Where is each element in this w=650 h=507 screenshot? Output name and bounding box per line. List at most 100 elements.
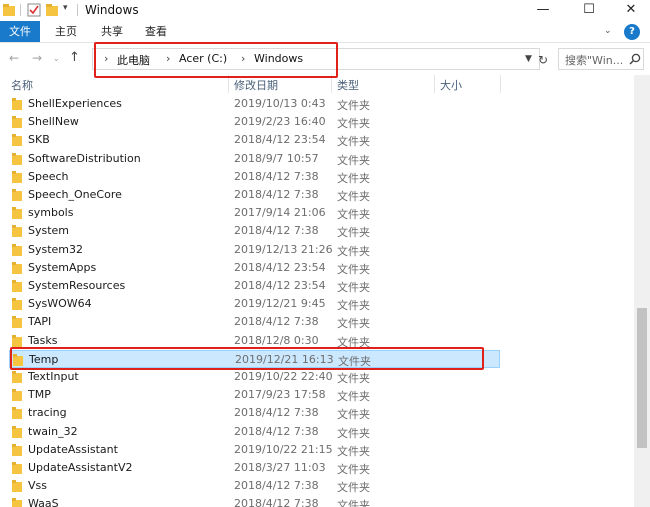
breadcrumb-separator[interactable]: ›	[166, 52, 170, 65]
file-type: 文件夹	[337, 426, 370, 440]
file-row[interactable]: Speech_OneCore 2018/4/12 7:38 文件夹	[9, 186, 500, 204]
address-bar[interactable]: › 此电脑 › Acer (C:) › Windows ▼	[92, 48, 540, 70]
close-button[interactable]: ✕	[612, 0, 650, 21]
file-name: TMP	[28, 388, 51, 402]
search-input[interactable]: 搜索"Win...	[558, 48, 644, 70]
file-row[interactable]: TMP 2017/9/23 17:58 文件夹	[9, 386, 500, 404]
file-type: 文件夹	[337, 390, 370, 404]
column-divider[interactable]	[331, 75, 332, 93]
column-divider[interactable]	[228, 75, 229, 93]
maximize-button[interactable]: ☐	[566, 0, 612, 21]
file-name: SysWOW64	[28, 297, 92, 311]
file-row[interactable]: Vss 2018/4/12 7:38 文件夹	[9, 477, 500, 495]
file-name: Speech_OneCore	[28, 188, 122, 201]
recent-locations-button[interactable]: ⌄	[53, 54, 60, 63]
address-dropdown-icon[interactable]: ▼	[525, 54, 532, 64]
folder-icon	[12, 152, 22, 165]
navigation-bar: ← → ⌄ ↑ › 此电脑 › Acer (C:) › Windows ▼ ↻ …	[0, 43, 650, 75]
file-row[interactable]: SKB 2018/4/12 23:54 文件夹	[9, 131, 500, 149]
file-row[interactable]: twain_32 2018/4/12 7:38 文件夹	[9, 423, 500, 441]
folder-icon	[13, 353, 23, 366]
column-header-type[interactable]: 类型	[337, 77, 359, 93]
file-row[interactable]: WaaS 2018/4/12 7:38 文件夹	[9, 495, 500, 507]
breadcrumb-drive[interactable]: Acer (C:)	[179, 52, 227, 65]
file-row[interactable]: UpdateAssistantV2 2018/3/27 11:03 文件夹	[9, 459, 500, 477]
file-name: twain_32	[28, 424, 78, 438]
file-type: 文件夹	[337, 299, 370, 313]
folder-icon	[12, 189, 22, 201]
file-modified-date: 2018/4/12 23:54	[234, 279, 326, 292]
file-row[interactable]: Temp 2019/12/21 16:13 文件夹	[9, 349, 500, 368]
up-button[interactable]: ↑	[69, 50, 80, 65]
folder-icon	[12, 334, 22, 347]
tab-file[interactable]: 文件	[0, 21, 40, 42]
file-row[interactable]: Tasks 2018/12/8 0:30 文件夹	[9, 332, 500, 350]
search-icon[interactable]	[629, 53, 641, 65]
toolbar-divider	[20, 4, 21, 16]
column-divider[interactable]	[500, 75, 501, 93]
folder-icon	[12, 425, 22, 438]
scrollbar-thumb[interactable]	[637, 308, 647, 448]
new-folder-icon[interactable]	[46, 3, 58, 17]
file-type: 文件夹	[337, 153, 370, 167]
file-row[interactable]: Speech 2018/4/12 7:38 文件夹	[9, 168, 500, 186]
file-modified-date: 2018/4/12 7:38	[234, 188, 319, 201]
file-row[interactable]: TAPI 2018/4/12 7:38 文件夹	[9, 313, 500, 331]
column-header-name[interactable]: 名称	[11, 77, 33, 93]
file-row[interactable]: symbols 2017/9/14 21:06 文件夹	[9, 204, 500, 222]
properties-icon[interactable]	[27, 3, 41, 17]
file-modified-date: 2018/4/12 7:38	[234, 497, 319, 507]
file-modified-date: 2018/4/12 7:38	[234, 315, 319, 329]
folder-icon	[12, 371, 22, 383]
help-button[interactable]: ?	[624, 24, 640, 40]
file-row[interactable]: System 2018/4/12 7:38 文件夹	[9, 222, 500, 240]
customize-toolbar-icon[interactable]: ▾	[63, 3, 68, 13]
folder-icon	[12, 280, 22, 292]
folder-icon	[12, 261, 22, 274]
file-modified-date: 2018/12/8 0:30	[234, 333, 319, 347]
file-type: 文件夹	[338, 354, 371, 368]
breadcrumb-windows[interactable]: Windows	[254, 52, 303, 65]
file-row[interactable]: tracing 2018/4/12 7:38 文件夹	[9, 404, 500, 422]
file-row[interactable]: SystemResources 2018/4/12 23:54 文件夹	[9, 277, 500, 295]
file-row[interactable]: System32 2019/12/13 21:26 文件夹	[9, 241, 500, 259]
file-row[interactable]: TextInput 2019/10/22 22:40 文件夹	[9, 368, 500, 386]
file-row[interactable]: ShellExperiences 2019/10/13 0:43 文件夹	[9, 95, 500, 113]
file-name: SystemResources	[28, 279, 126, 292]
minimize-button[interactable]: —	[520, 0, 566, 21]
back-button[interactable]: ←	[9, 51, 19, 65]
file-row[interactable]: SoftwareDistribution 2018/9/7 10:57 文件夹	[9, 150, 500, 168]
file-name: ShellNew	[28, 115, 79, 129]
tab-home[interactable]: 主页	[48, 21, 84, 42]
expand-ribbon-icon[interactable]: ⌄	[604, 26, 612, 36]
breadcrumb-separator[interactable]: ›	[241, 52, 245, 65]
file-row[interactable]: SystemApps 2018/4/12 23:54 文件夹	[9, 259, 500, 277]
column-header-date[interactable]: 修改日期	[234, 77, 278, 93]
file-row[interactable]: ShellNew 2019/2/23 16:40 文件夹	[9, 113, 500, 131]
breadcrumb-this-pc[interactable]: 此电脑	[117, 52, 150, 68]
vertical-scrollbar[interactable]	[634, 75, 650, 507]
file-name: UpdateAssistantV2	[28, 461, 133, 474]
file-name: SoftwareDistribution	[28, 151, 141, 165]
tab-view[interactable]: 查看	[138, 21, 174, 42]
column-divider[interactable]	[434, 75, 435, 93]
tab-share[interactable]: 共享	[92, 21, 132, 42]
file-type: 文件夹	[337, 208, 370, 222]
file-row[interactable]: SysWOW64 2019/12/21 9:45 文件夹	[9, 295, 500, 313]
folder-icon	[12, 480, 22, 493]
breadcrumb-separator: ›	[104, 52, 109, 65]
file-type: 文件夹	[337, 244, 370, 258]
file-type: 文件夹	[337, 499, 370, 507]
forward-button[interactable]: →	[32, 51, 42, 65]
file-type: 文件夹	[337, 190, 370, 203]
refresh-button[interactable]: ↻	[538, 53, 548, 67]
file-name: WaaS	[28, 497, 59, 507]
file-modified-date: 2019/10/22 21:15	[234, 442, 333, 456]
file-type: 文件夹	[337, 99, 370, 112]
column-header-size[interactable]: 大小	[440, 77, 462, 93]
folder-icon	[12, 98, 22, 110]
file-modified-date: 2017/9/23 17:58	[234, 388, 326, 402]
file-name: System	[28, 224, 70, 238]
file-row[interactable]: UpdateAssistant 2019/10/22 21:15 文件夹	[9, 441, 500, 459]
file-modified-date: 2019/12/21 9:45	[234, 297, 326, 311]
